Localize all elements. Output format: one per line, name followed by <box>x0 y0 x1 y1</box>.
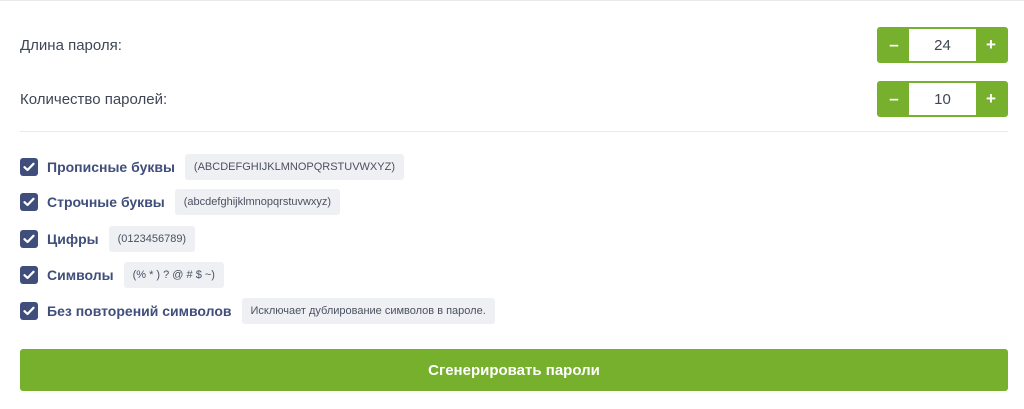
password-count-label: Количество паролей: <box>20 90 168 108</box>
password-length-input[interactable] <box>909 29 976 61</box>
symbols-hint-tag: (% * ) ? @ # $ ~) <box>123 262 224 288</box>
checkmark-icon <box>23 234 35 244</box>
password-length-label: Длина пароля: <box>20 36 122 54</box>
password-count-row: Количество паролей: – + <box>20 81 1008 117</box>
symbols-checkbox[interactable] <box>20 266 38 284</box>
checkmark-icon <box>23 306 35 316</box>
generate-passwords-button[interactable]: Сгенерировать пароли <box>20 349 1008 391</box>
lowercase-checkbox[interactable] <box>20 193 38 211</box>
digits-label[interactable]: Цифры <box>47 231 99 247</box>
digits-checkbox[interactable] <box>20 230 38 248</box>
password-count-decrement-button[interactable]: – <box>879 83 909 115</box>
password-count-stepper: – + <box>877 81 1008 117</box>
checkmark-icon <box>23 270 35 280</box>
lowercase-hint-tag: (abcdefghijklmnopqrstuvwxyz) <box>174 189 341 215</box>
digits-hint-tag: (0123456789) <box>108 226 196 252</box>
no-repeats-checkbox[interactable] <box>20 302 38 320</box>
symbols-label[interactable]: Символы <box>47 267 114 283</box>
uppercase-label[interactable]: Прописные буквы <box>47 159 175 175</box>
uppercase-hint-tag: (ABCDEFGHIJKLMNOPQRSTUVWXYZ) <box>184 154 404 180</box>
option-no-repeats: Без повторений символов Исключает дублир… <box>20 298 495 324</box>
no-repeats-label[interactable]: Без повторений символов <box>47 303 232 319</box>
password-count-input[interactable] <box>909 83 976 115</box>
password-generator-panel: Длина пароля: – + Количество паролей: – … <box>0 0 1024 409</box>
uppercase-checkbox[interactable] <box>20 158 38 176</box>
password-length-decrement-button[interactable]: – <box>879 29 909 61</box>
checkmark-icon <box>23 162 35 172</box>
password-length-increment-button[interactable]: + <box>976 29 1006 61</box>
checkmark-icon <box>23 197 35 207</box>
option-symbols: Символы (% * ) ? @ # $ ~) <box>20 262 224 288</box>
option-digits: Цифры (0123456789) <box>20 226 196 252</box>
section-divider <box>20 131 1008 132</box>
option-uppercase: Прописные буквы (ABCDEFGHIJKLMNOPQRSTUVW… <box>20 154 404 180</box>
password-length-stepper: – + <box>877 27 1008 63</box>
no-repeats-hint-tag: Исключает дублирование символов в пароле… <box>241 298 495 324</box>
option-lowercase: Строчные буквы (abcdefghijklmnopqrstuvwx… <box>20 189 341 215</box>
lowercase-label[interactable]: Строчные буквы <box>47 194 165 210</box>
password-length-row: Длина пароля: – + <box>20 27 1008 63</box>
password-count-increment-button[interactable]: + <box>976 83 1006 115</box>
